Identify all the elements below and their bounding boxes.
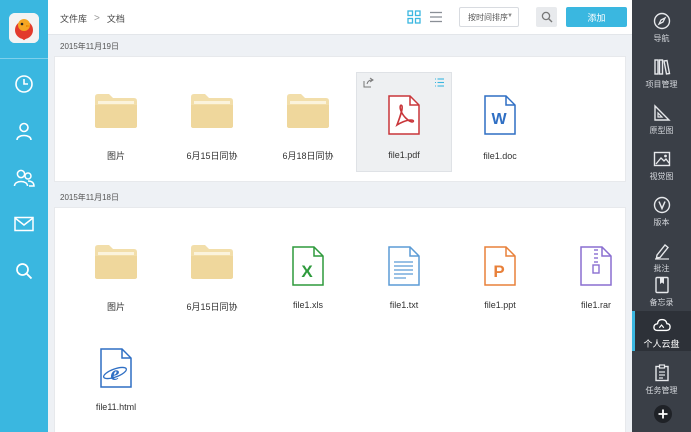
left-sidebar	[0, 0, 48, 432]
folder-icon	[95, 94, 137, 128]
html-icon: e	[100, 348, 132, 388]
folder-item[interactable]: 图片	[68, 224, 164, 324]
nav-item-tasks[interactable]: 任务管理	[632, 356, 691, 402]
compass-icon	[653, 12, 671, 30]
file-name: file1.pdf	[388, 150, 420, 160]
file-item-ppt[interactable]: P file1.ppt	[452, 224, 548, 324]
file-item-html[interactable]: e file11.html	[68, 334, 164, 432]
file-name: file1.rar	[580, 300, 611, 310]
books-icon	[653, 58, 671, 76]
contacts-icon[interactable]	[12, 166, 36, 190]
file-name: file1.doc	[483, 151, 517, 161]
breadcrumb-root[interactable]: 文件库	[60, 12, 87, 25]
folder-item[interactable]: 6月18日同协	[260, 71, 356, 171]
clipboard-icon	[653, 364, 671, 382]
file-name: file1.ppt	[484, 300, 516, 310]
nav-label: 视觉图	[649, 172, 674, 181]
file-name: 6月15日同协	[186, 302, 238, 312]
file-item-pdf[interactable]: file1.pdf	[356, 72, 452, 172]
search-icon	[541, 11, 552, 23]
nav-label: 任务管理	[645, 386, 678, 395]
folder-item[interactable]: 6月15日同协	[164, 71, 260, 171]
sort-dropdown[interactable]: 按时间排序 ▼	[459, 7, 519, 27]
breadcrumb: 文件库 > 文档	[60, 12, 125, 25]
sort-label: 按时间排序	[468, 12, 508, 22]
nav-item-projects[interactable]: 项目管理	[632, 50, 691, 96]
doc-icon: W	[484, 95, 516, 135]
folder-item[interactable]: 6月15日同协	[164, 224, 260, 324]
folder-icon	[191, 94, 233, 128]
list-view-icon[interactable]	[429, 10, 443, 24]
pdf-icon	[388, 95, 420, 135]
set-square-icon	[653, 104, 671, 122]
breadcrumb-current: 文档	[106, 14, 125, 24]
clock-icon[interactable]	[12, 72, 36, 96]
archive-icon	[580, 246, 612, 286]
file-name: 6月15日同协	[186, 151, 238, 161]
file-name: file1.xls	[292, 300, 323, 310]
file-panel: 图片 6月15日同协 X file1.xls file1.txt P file1…	[54, 207, 626, 432]
file-name: 图片	[106, 151, 125, 161]
image-icon	[653, 150, 671, 168]
top-bar: 文件库 > 文档 按时间排序 ▼ 添加	[48, 0, 632, 35]
svg-text:P: P	[493, 262, 504, 281]
memo-icon	[653, 276, 671, 294]
list-menu-icon[interactable]	[434, 77, 445, 88]
folder-icon	[95, 245, 137, 279]
svg-text:X: X	[301, 262, 313, 281]
file-item-doc[interactable]: W file1.doc	[452, 71, 548, 171]
nav-label: 备忘录	[649, 298, 674, 307]
section-date: 2015年11月18日	[60, 192, 119, 202]
file-item-xls[interactable]: X file1.xls	[260, 224, 356, 324]
nav-label: 版本	[653, 218, 670, 227]
file-name: file1.txt	[389, 300, 419, 310]
search-button[interactable]	[536, 7, 557, 27]
right-sidebar: 导航 项目管理 原型图 视觉图 版本 批注 备忘录 个人云盘 任务管理	[632, 0, 691, 432]
folder-icon	[287, 94, 329, 128]
cloud-icon	[652, 316, 671, 334]
grid-view-icon[interactable]	[407, 10, 421, 24]
mail-icon[interactable]	[12, 212, 36, 236]
nav-label: 导航	[653, 34, 670, 43]
xls-icon: X	[292, 246, 324, 286]
nav-label: 个人云盘	[643, 339, 680, 349]
version-icon	[653, 196, 671, 214]
app-logo[interactable]	[9, 13, 39, 43]
folder-icon	[191, 245, 233, 279]
file-name: 图片	[106, 302, 125, 312]
file-name: file11.html	[95, 402, 137, 412]
svg-text:W: W	[491, 111, 507, 128]
nav-item-visual[interactable]: 视觉图	[632, 142, 691, 188]
ppt-icon: P	[484, 246, 516, 286]
user-icon[interactable]	[12, 119, 36, 143]
svg-text:e: e	[111, 363, 120, 385]
chevron-down-icon: ▼	[507, 13, 513, 19]
file-name: 6月18日同协	[282, 151, 334, 161]
breadcrumb-separator: >	[94, 13, 100, 24]
add-button[interactable]: 添加	[566, 7, 627, 27]
nav-label: 原型图	[649, 126, 674, 135]
txt-icon	[388, 246, 420, 286]
nav-item-cloud[interactable]: 个人云盘	[632, 311, 691, 351]
sidebar-divider	[0, 58, 48, 59]
nav-item-guide[interactable]: 导航	[632, 4, 691, 50]
search-icon[interactable]	[12, 259, 36, 283]
file-item-txt[interactable]: file1.txt	[356, 224, 452, 324]
folder-item[interactable]: 图片	[68, 71, 164, 171]
nav-item-prototype[interactable]: 原型图	[632, 96, 691, 142]
file-panel: 图片 6月15日同协 6月18日同协 file1.pdf W file1.doc	[54, 56, 626, 182]
annotate-icon	[653, 242, 671, 260]
nav-label: 项目管理	[645, 80, 678, 89]
section-date: 2015年11月19日	[60, 41, 119, 51]
add-nav-button[interactable]	[654, 405, 672, 423]
plus-icon	[658, 409, 668, 419]
nav-item-version[interactable]: 版本	[632, 188, 691, 234]
share-icon[interactable]	[363, 77, 374, 88]
nav-item-memo[interactable]: 备忘录	[632, 268, 691, 314]
file-item-rar[interactable]: file1.rar	[548, 224, 644, 324]
